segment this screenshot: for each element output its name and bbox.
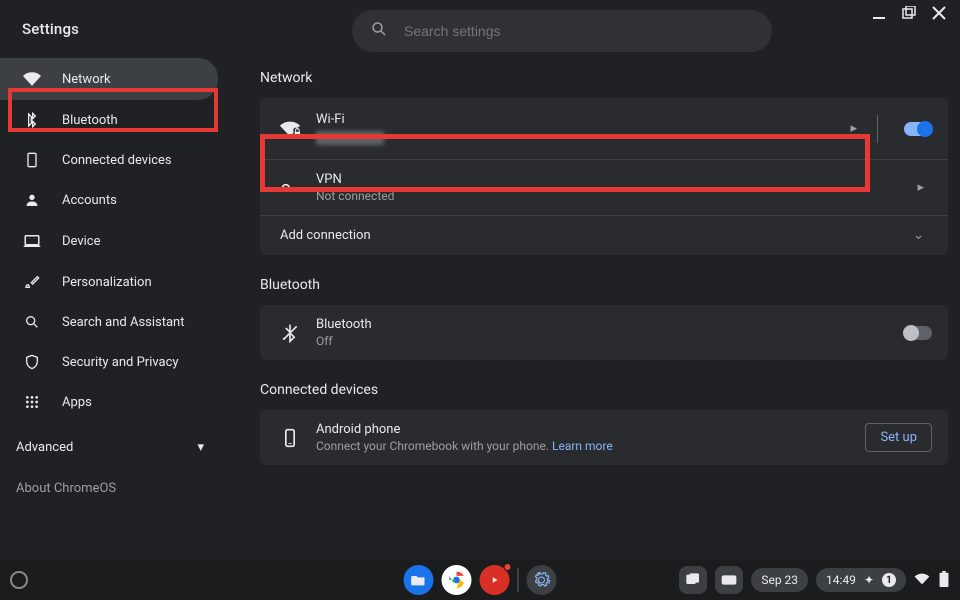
sidebar-item-apps[interactable]: Apps: [0, 382, 218, 422]
launcher-button[interactable]: [10, 571, 28, 589]
laptop-icon: [22, 232, 42, 250]
sidebar-item-label: Bluetooth: [62, 113, 118, 128]
bluetooth-card: Bluetooth Off: [260, 305, 948, 360]
bluetooth-off-icon: [276, 323, 304, 343]
chevron-right-icon: ▸: [909, 180, 932, 195]
phone-icon: [276, 428, 304, 448]
sidebar-item-bluetooth[interactable]: Bluetooth: [0, 100, 218, 140]
setup-button[interactable]: Set up: [865, 423, 932, 452]
sidebar: Settings Network Bluetooth Connected dev…: [0, 0, 232, 560]
sidebar-item-search-assistant[interactable]: Search and Assistant: [0, 302, 218, 342]
shelf-divider: [518, 568, 519, 592]
tray-date[interactable]: Sep 23: [751, 568, 808, 592]
bluetooth-label: Bluetooth: [316, 317, 890, 332]
youtube-music-icon[interactable]: [480, 565, 510, 595]
sidebar-item-label: Device: [62, 234, 101, 249]
wifi-icon: [22, 70, 42, 88]
sidebar-item-label: Network: [62, 72, 111, 87]
sidebar-advanced[interactable]: Advanced ▾: [0, 428, 232, 467]
sidebar-item-label: Security and Privacy: [62, 355, 179, 370]
shield-icon: [22, 354, 42, 370]
sidebar-item-security-privacy[interactable]: Security and Privacy: [0, 342, 218, 382]
vpn-row[interactable]: VPN Not connected ▸: [260, 159, 948, 215]
bluetooth-status: Off: [316, 334, 890, 348]
add-connection-label: Add connection: [280, 228, 905, 243]
person-icon: [22, 192, 42, 208]
section-title-connected: Connected devices: [260, 382, 948, 398]
sidebar-about[interactable]: About ChromeOS: [0, 467, 232, 496]
android-phone-desc: Connect your Chromebook with your phone.…: [316, 439, 865, 453]
apps-icon: [22, 394, 42, 410]
wifi-row[interactable]: Wi-Fi ▸: [260, 98, 948, 159]
sidebar-item-device[interactable]: Device: [0, 220, 218, 262]
wifi-label: Wi-Fi: [316, 112, 842, 127]
add-connection-row[interactable]: Add connection ⌄: [260, 215, 948, 255]
chevron-down-icon: ▾: [197, 440, 204, 455]
close-button[interactable]: [932, 6, 946, 20]
bluetooth-toggle[interactable]: [904, 326, 932, 340]
vpn-label: VPN: [316, 172, 909, 187]
connected-devices-card: Android phone Connect your Chromebook wi…: [260, 410, 948, 465]
bluetooth-row[interactable]: Bluetooth Off: [260, 305, 948, 360]
learn-more-link[interactable]: Learn more: [552, 439, 613, 453]
vpn-status: Not connected: [316, 189, 909, 203]
maximize-button[interactable]: [902, 6, 916, 20]
minimize-button[interactable]: [872, 6, 886, 20]
sidebar-item-label: Connected devices: [62, 153, 172, 168]
section-title-network: Network: [260, 70, 948, 86]
sidebar-item-label: Search and Assistant: [62, 315, 185, 330]
tray-overview-icon[interactable]: [679, 566, 707, 594]
chevron-down-icon: ⌄: [905, 228, 932, 243]
sidebar-item-label: Accounts: [62, 193, 117, 208]
bluetooth-icon: [22, 112, 42, 128]
advanced-label: Advanced: [16, 440, 73, 455]
main-content: Network Wi-Fi ▸ VPN Not connected: [232, 0, 960, 560]
network-card: Wi-Fi ▸ VPN Not connected ▸ Add connecti…: [260, 98, 948, 255]
files-app-icon[interactable]: [404, 565, 434, 595]
key-icon: [276, 178, 304, 198]
sidebar-item-network[interactable]: Network: [0, 58, 218, 100]
brush-icon: [22, 274, 42, 290]
sidebar-item-personalization[interactable]: Personalization: [0, 262, 218, 302]
device-icon: [22, 152, 42, 168]
wifi-ssid-redacted: [316, 131, 384, 145]
wifi-toggle[interactable]: [904, 122, 932, 136]
android-phone-row: Android phone Connect your Chromebook wi…: [260, 410, 948, 465]
chevron-right-icon: ▸: [842, 121, 865, 136]
wifi-lock-icon: [276, 118, 304, 140]
settings-app-icon[interactable]: [527, 565, 557, 595]
search-input[interactable]: [404, 23, 754, 39]
notification-badge: 1: [882, 573, 896, 587]
tray-battery-icon[interactable]: [938, 571, 950, 590]
sidebar-item-accounts[interactable]: Accounts: [0, 180, 218, 220]
sparkle-icon: ✦: [864, 573, 874, 587]
tray-status-area[interactable]: 14:49 ✦ 1: [816, 568, 906, 592]
search-icon: [22, 314, 42, 330]
tray-time: 14:49: [826, 573, 856, 587]
sidebar-item-label: Personalization: [62, 275, 152, 290]
search-icon: [370, 20, 388, 42]
chrome-app-icon[interactable]: [442, 565, 472, 595]
sidebar-item-connected-devices[interactable]: Connected devices: [0, 140, 218, 180]
shelf: Sep 23 14:49 ✦ 1: [0, 560, 960, 600]
tray-keyboard-icon[interactable]: [715, 566, 743, 594]
app-title: Settings: [0, 20, 232, 58]
android-phone-label: Android phone: [316, 422, 865, 437]
tray-wifi-icon[interactable]: [914, 571, 930, 590]
search-bar[interactable]: [352, 10, 772, 52]
section-title-bluetooth: Bluetooth: [260, 277, 948, 293]
divider: [877, 115, 878, 143]
sidebar-item-label: Apps: [62, 395, 92, 410]
